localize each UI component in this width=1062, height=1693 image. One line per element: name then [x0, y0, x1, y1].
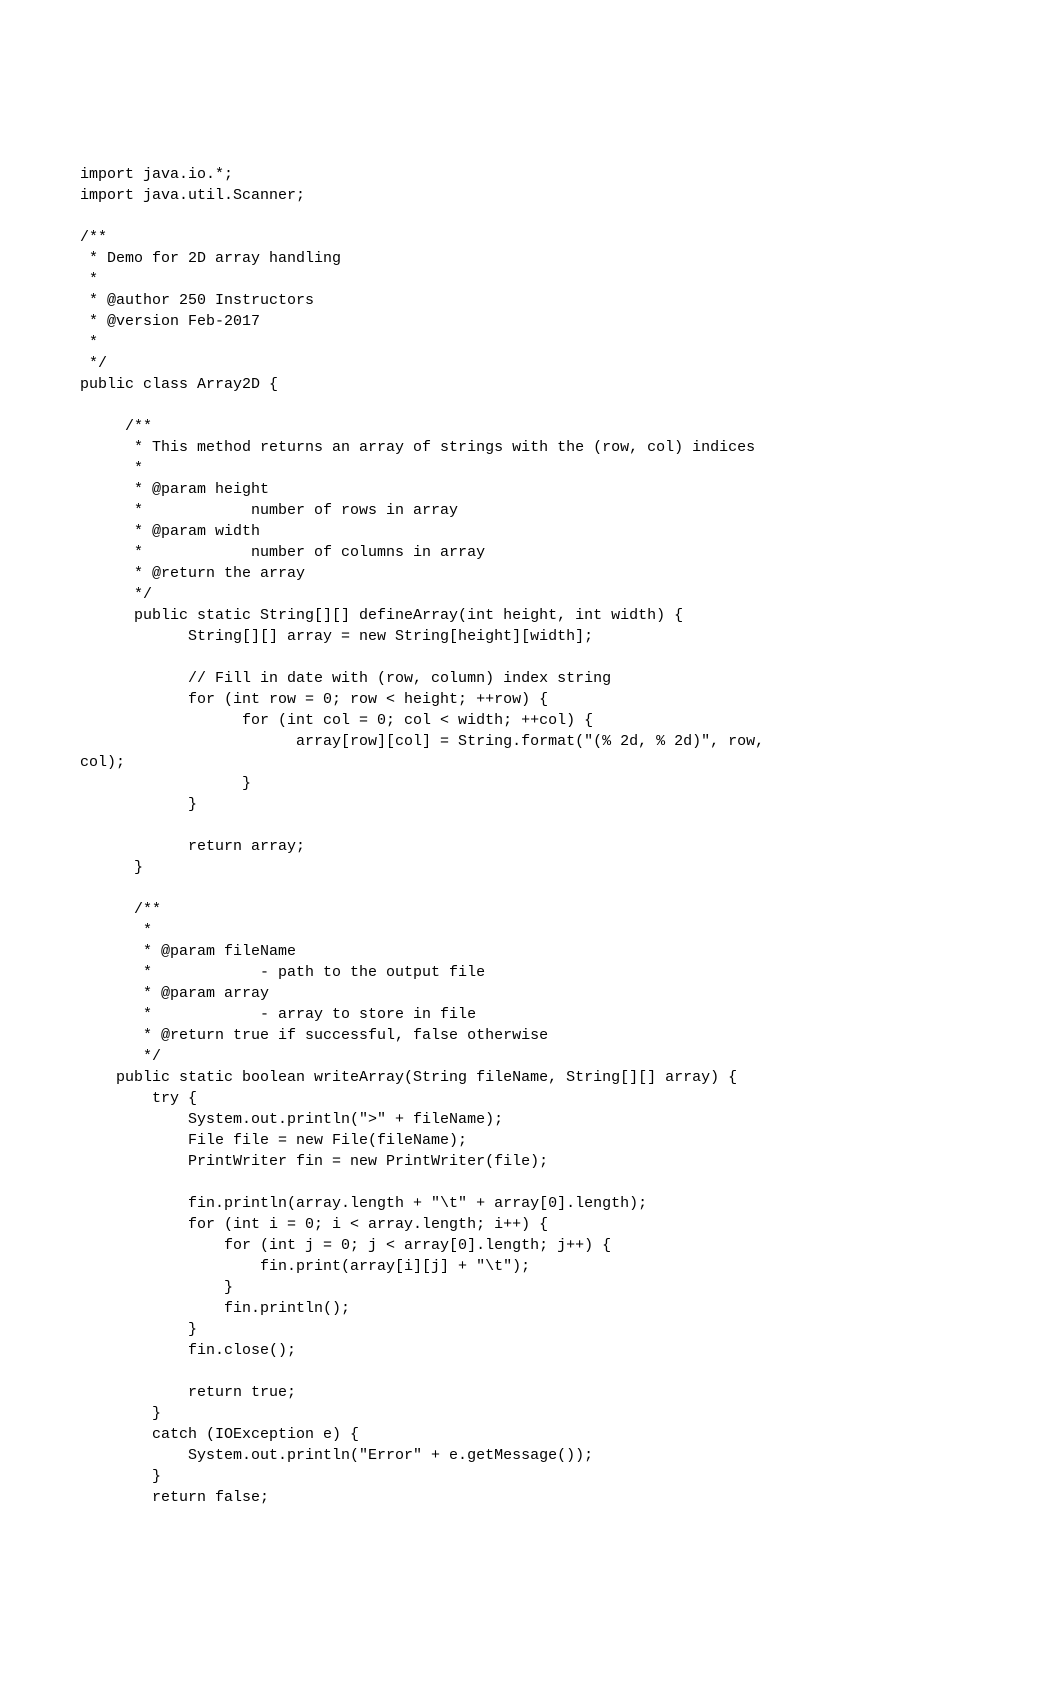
code-line: } — [80, 1321, 197, 1338]
code-line: import java.util.Scanner; — [80, 187, 305, 204]
code-line: * @version Feb-2017 — [80, 313, 260, 330]
code-line: * @author 250 Instructors — [80, 292, 314, 309]
code-line: * — [80, 334, 98, 351]
code-line: * Demo for 2D array handling — [80, 250, 341, 267]
code-line: array[row][col] = String.format("(% 2d, … — [80, 733, 764, 750]
code-line: * @return the array — [80, 565, 305, 582]
code-line: * — [80, 271, 98, 288]
code-line: public static String[][] defineArray(int… — [80, 607, 683, 624]
code-line: * - path to the output file — [80, 964, 485, 981]
code-line: catch (IOException e) { — [80, 1426, 359, 1443]
code-line: } — [80, 1279, 233, 1296]
code-line: fin.println(array.length + "\t" + array[… — [80, 1195, 647, 1212]
code-line: * number of rows in array — [80, 502, 458, 519]
code-line: File file = new File(fileName); — [80, 1132, 467, 1149]
code-line: public static boolean writeArray(String … — [80, 1069, 737, 1086]
code-line: * — [80, 460, 143, 477]
code-line: } — [80, 1468, 161, 1485]
code-line: * This method returns an array of string… — [80, 439, 755, 456]
code-line: public class Array2D { — [80, 376, 278, 393]
code-line: /** — [80, 418, 152, 435]
code-line: return true; — [80, 1384, 296, 1401]
code-line: * @param height — [80, 481, 269, 498]
code-line: for (int col = 0; col < width; ++col) { — [80, 712, 593, 729]
code-line: /** — [80, 229, 107, 246]
code-line: */ — [80, 1048, 161, 1065]
code-line: String[][] array = new String[height][wi… — [80, 628, 593, 645]
code-line: } — [80, 859, 143, 876]
code-line: * @param width — [80, 523, 260, 540]
code-line: return array; — [80, 838, 305, 855]
code-line: } — [80, 775, 251, 792]
code-line: fin.close(); — [80, 1342, 296, 1359]
code-line: // Fill in date with (row, column) index… — [80, 670, 611, 687]
code-line: } — [80, 796, 197, 813]
code-line: */ — [80, 355, 107, 372]
code-line: PrintWriter fin = new PrintWriter(file); — [80, 1153, 548, 1170]
code-line: import java.io.*; — [80, 166, 233, 183]
code-line: * @param fileName — [80, 943, 296, 960]
code-line: * - array to store in file — [80, 1006, 476, 1023]
code-line: System.out.println("Error" + e.getMessag… — [80, 1447, 593, 1464]
code-line: return false; — [80, 1489, 269, 1506]
code-block: import java.io.*; import java.util.Scann… — [80, 164, 982, 1508]
code-line: * @return true if successful, false othe… — [80, 1027, 548, 1044]
code-line: * @param array — [80, 985, 269, 1002]
code-line: col); — [80, 754, 125, 771]
code-line: */ — [80, 586, 152, 603]
code-line: for (int j = 0; j < array[0].length; j++… — [80, 1237, 611, 1254]
code-line: /** — [80, 901, 161, 918]
code-line: System.out.println(">" + fileName); — [80, 1111, 503, 1128]
code-line: fin.println(); — [80, 1300, 350, 1317]
code-line: * — [80, 922, 152, 939]
code-line: for (int row = 0; row < height; ++row) { — [80, 691, 548, 708]
code-line: * number of columns in array — [80, 544, 485, 561]
code-line: for (int i = 0; i < array.length; i++) { — [80, 1216, 548, 1233]
code-line: try { — [80, 1090, 197, 1107]
code-line: fin.print(array[i][j] + "\t"); — [80, 1258, 530, 1275]
code-line: } — [80, 1405, 161, 1422]
